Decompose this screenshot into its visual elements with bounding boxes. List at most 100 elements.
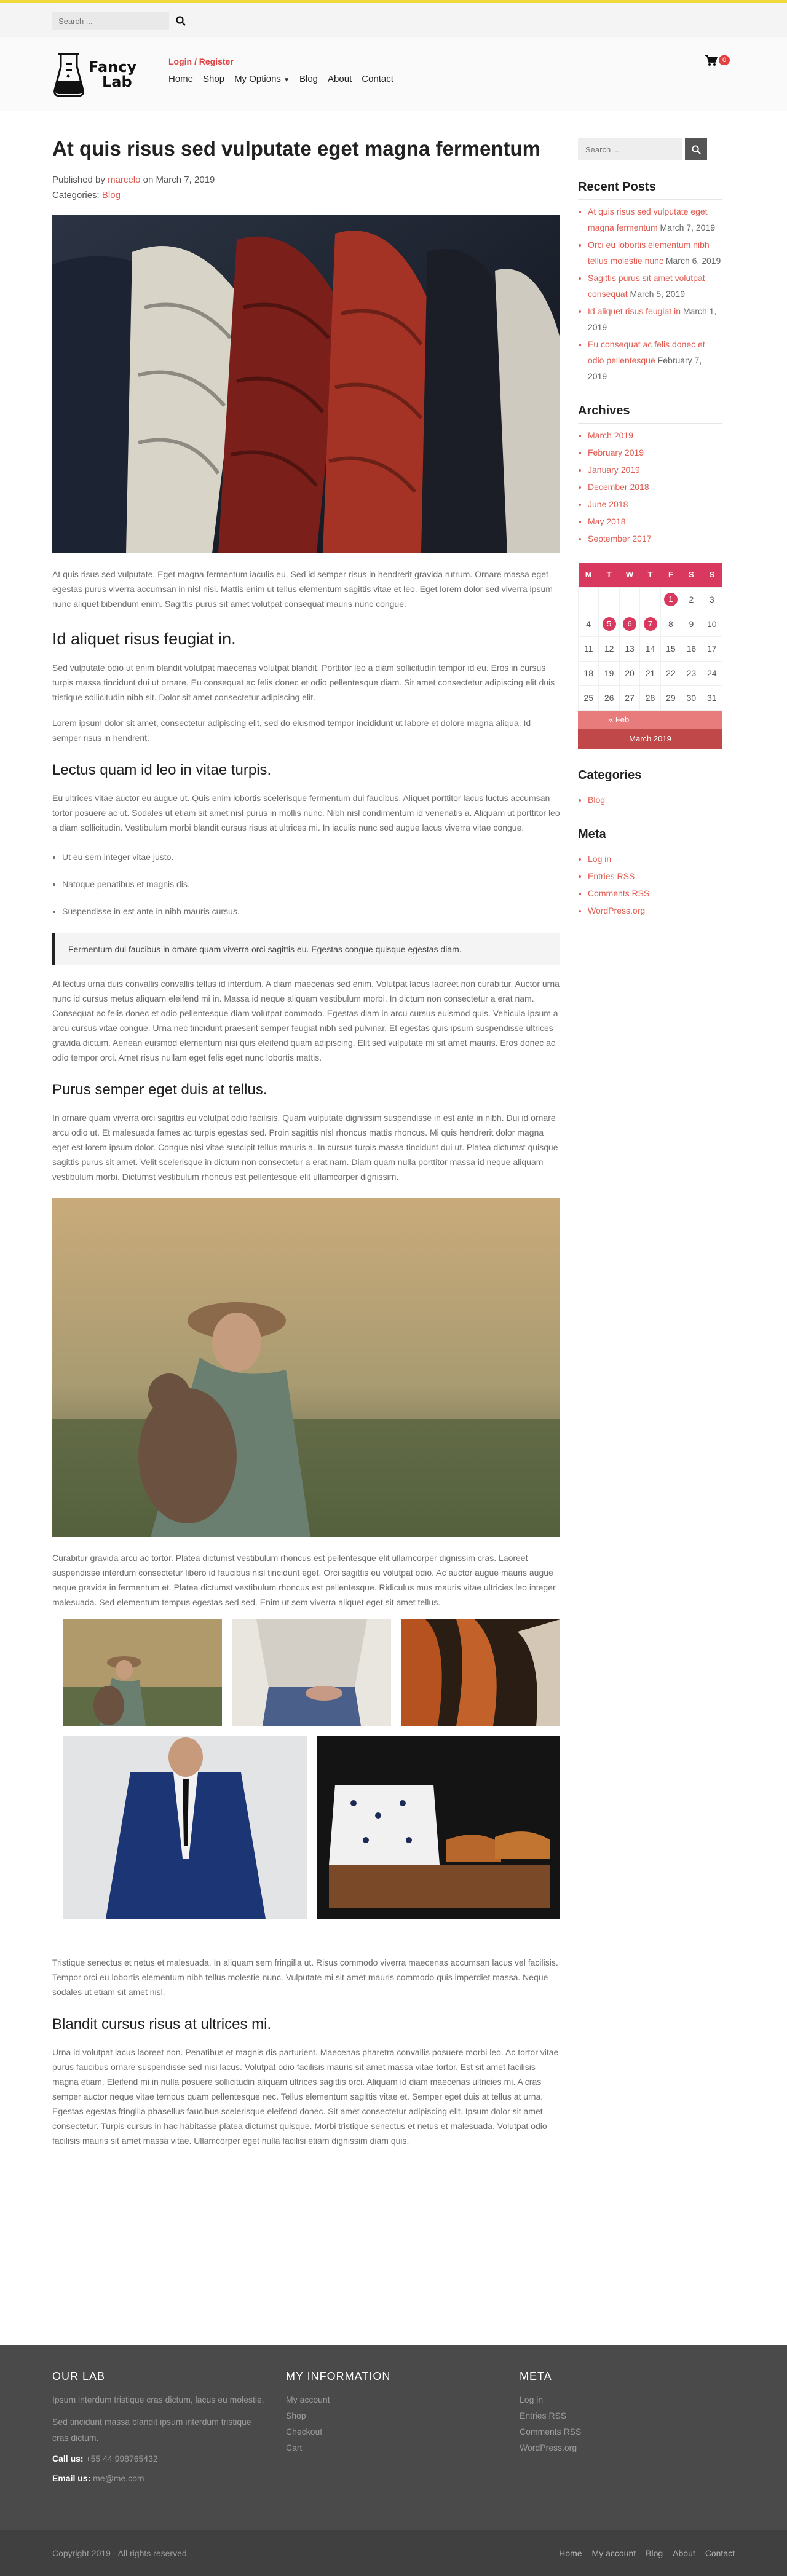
calendar-day: 11 xyxy=(577,636,599,662)
site-header: Fancy Lab Login / Register Home Shop My … xyxy=(0,37,787,111)
paragraph: Lorem ipsum dolor sit amet, consectetur … xyxy=(52,718,531,743)
author-link[interactable]: marcelo xyxy=(108,175,140,185)
copyright: Copyright 2019 - All rights reserved xyxy=(52,2548,187,2558)
footer-nav: Home My account Blog About Contact xyxy=(559,2548,735,2558)
calendar-day-link[interactable]: 5 xyxy=(602,617,616,631)
calendar-prev-link[interactable]: « Feb xyxy=(578,710,722,729)
footer-link[interactable]: Entries RSS xyxy=(520,2408,741,2424)
archive-link[interactable]: September 2017 xyxy=(588,534,652,543)
calendar-caption: March 2019 xyxy=(578,729,722,749)
calendar: MTWTFSS 1 2 3 4 5 6 7 8 9 10 11 12 13 14 15 16 17 18 19 20 2… xyxy=(577,563,723,711)
gallery-image[interactable] xyxy=(401,1619,560,1726)
image-woman-in-field xyxy=(52,1198,560,1537)
calendar-day-link[interactable]: 1 xyxy=(663,593,678,606)
recent-post-link[interactable]: Id aliquet risus feugiat in xyxy=(588,306,681,316)
calendar-day: 27 xyxy=(619,685,641,711)
footer-nav-my-account[interactable]: My account xyxy=(592,2548,636,2558)
calendar-day: 26 xyxy=(598,685,620,711)
top-bar xyxy=(0,0,787,37)
site-footer: OUR LAB Ipsum interdum tristique cras di… xyxy=(0,2345,787,2576)
footer-nav-blog[interactable]: Blog xyxy=(646,2548,663,2558)
calendar-weekday: S xyxy=(702,563,722,587)
meta-link[interactable]: Entries RSS xyxy=(588,871,635,881)
calendar-week-row: 123 xyxy=(577,587,723,612)
calendar-day[interactable]: 7 xyxy=(639,611,661,637)
phone-number[interactable]: +55 44 998765432 xyxy=(85,2454,157,2463)
category-link[interactable]: Blog xyxy=(102,190,121,200)
nav-home[interactable]: Home xyxy=(168,74,193,84)
nav-blog[interactable]: Blog xyxy=(299,74,318,84)
meta-link[interactable]: WordPress.org xyxy=(588,906,645,915)
archives-list: March 2019 February 2019 January 2019 De… xyxy=(578,427,722,547)
meta-link[interactable]: Comments RSS xyxy=(588,888,649,898)
archive-link[interactable]: March 2019 xyxy=(588,430,633,440)
gallery-image[interactable] xyxy=(317,1736,560,1919)
nav-my-options[interactable]: My Options ▼ xyxy=(234,74,290,84)
nav-contact[interactable]: Contact xyxy=(362,74,394,84)
gallery-image[interactable] xyxy=(232,1619,391,1726)
archive-link[interactable]: June 2018 xyxy=(588,499,628,509)
recent-posts-list: At quis risus sed vulputate eget magna f… xyxy=(578,203,722,384)
footer-link[interactable]: Cart xyxy=(286,2440,507,2455)
list-item: Entries RSS xyxy=(588,868,722,884)
footer-link[interactable]: WordPress.org xyxy=(520,2440,741,2455)
archive-link[interactable]: December 2018 xyxy=(588,482,649,492)
meta-link[interactable]: Log in xyxy=(588,854,611,864)
nav-about[interactable]: About xyxy=(328,74,352,84)
search-icon[interactable] xyxy=(172,12,190,30)
archive-link[interactable]: January 2019 xyxy=(588,465,640,475)
nav-shop[interactable]: Shop xyxy=(203,74,224,84)
email-address[interactable]: me@me.com xyxy=(93,2473,144,2483)
sidebar-search-input[interactable] xyxy=(578,138,682,160)
category-link[interactable]: Blog xyxy=(588,795,605,805)
footer-phone: Call us: +55 44 998765432 xyxy=(52,2451,274,2467)
calendar-day: 15 xyxy=(660,636,682,662)
calendar-day xyxy=(619,587,641,612)
footer-link[interactable]: Checkout xyxy=(286,2424,507,2440)
list-item: September 2017 xyxy=(588,531,722,547)
top-search-input[interactable] xyxy=(52,12,169,30)
list-item: Natoque penatibus et magnis dis. xyxy=(62,871,560,898)
calendar-day: 18 xyxy=(577,660,599,686)
post-byline: Published by marcelo on March 7, 2019 xyxy=(52,172,560,188)
bullet-list: Ut eu sem integer vitae justo. Natoque p… xyxy=(62,844,560,925)
list-item: Comments RSS xyxy=(588,885,722,901)
section-heading: Id aliquet risus feugiat in. xyxy=(52,630,236,648)
calendar-day[interactable]: 5 xyxy=(598,611,620,637)
post-date: March 6, 2019 xyxy=(665,256,721,266)
image-gallery xyxy=(52,1619,560,1944)
footer-nav-contact[interactable]: Contact xyxy=(705,2548,735,2558)
calendar-day: 30 xyxy=(681,685,702,711)
archive-link[interactable]: May 2018 xyxy=(588,516,625,526)
footer-link[interactable]: Comments RSS xyxy=(520,2424,741,2440)
calendar-day[interactable]: 1 xyxy=(660,587,682,612)
calendar-day: 4 xyxy=(577,611,599,637)
gallery-image[interactable] xyxy=(63,1736,307,1919)
archive-link[interactable]: February 2019 xyxy=(588,448,644,457)
cart-button[interactable]: 0 xyxy=(704,54,730,66)
list-item: Eu consequat ac felis donec et odio pell… xyxy=(588,336,722,384)
footer-link[interactable]: Log in xyxy=(520,2392,741,2408)
calendar-week-row: 11 12 13 14 15 16 17 xyxy=(577,636,723,662)
calendar-day[interactable]: 6 xyxy=(619,611,641,637)
site-logo[interactable]: Fancy Lab xyxy=(52,49,136,100)
post-title: At quis risus sed vulputate eget magna f… xyxy=(52,137,540,160)
calendar-day: 17 xyxy=(701,636,723,662)
call-label: Call us: xyxy=(52,2454,84,2463)
footer-title: OUR LAB xyxy=(52,2370,106,2382)
calendar-weekday: T xyxy=(598,563,620,587)
calendar-week-row: 25 26 27 28 29 30 31 xyxy=(577,685,723,711)
beaker-logo-icon xyxy=(53,53,84,97)
footer-link[interactable]: Shop xyxy=(286,2408,507,2424)
calendar-day-link[interactable]: 6 xyxy=(623,617,637,631)
hero-image-jackets xyxy=(52,215,560,553)
gallery-image[interactable] xyxy=(63,1619,222,1726)
footer-nav-about[interactable]: About xyxy=(673,2548,695,2558)
calendar-day-link[interactable]: 7 xyxy=(643,617,657,631)
footer-link[interactable]: My account xyxy=(286,2392,507,2408)
list-item: Ut eu sem integer vitae justo. xyxy=(62,844,560,871)
sidebar-search-button[interactable] xyxy=(685,138,707,160)
calendar-day: 22 xyxy=(660,660,682,686)
login-register-link[interactable]: Login / Register xyxy=(168,57,234,66)
footer-nav-home[interactable]: Home xyxy=(559,2548,582,2558)
